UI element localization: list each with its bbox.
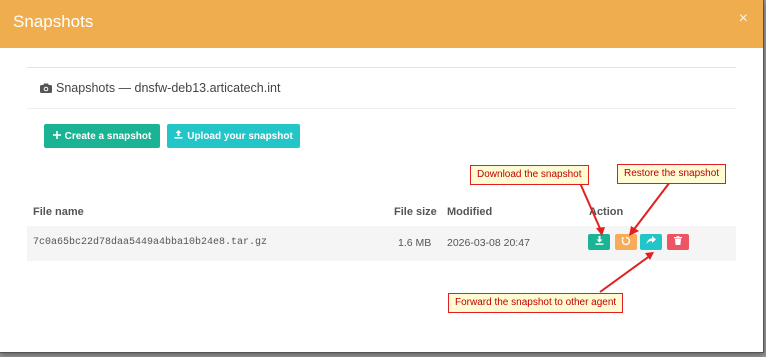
modal-header: Snapshots × <box>0 0 763 48</box>
trash-icon <box>674 236 682 248</box>
col-modified: Modified <box>447 206 493 218</box>
create-snapshot-button[interactable]: Create a snapshot <box>44 124 160 148</box>
upload-icon <box>174 130 183 142</box>
restore-button[interactable] <box>615 234 637 250</box>
download-annotation: Download the snapshot <box>470 165 589 185</box>
download-button[interactable] <box>588 234 610 250</box>
col-action: Action <box>589 206 624 218</box>
row-filesize: 1.6 MB <box>398 237 432 249</box>
forward-icon <box>646 236 656 248</box>
create-snapshot-label: Create a snapshot <box>64 130 152 142</box>
row-filename: 7c0a65bc22d78daa5449a4bba10b24e8.tar.gz <box>33 237 268 248</box>
panel-heading: Snapshots — dnsfw-deb13.articatech.int <box>40 81 280 95</box>
restore-icon <box>621 236 631 249</box>
upload-snapshot-label: Upload your snapshot <box>187 130 293 142</box>
upload-snapshot-button[interactable]: Upload your snapshot <box>167 124 300 148</box>
camera-icon <box>40 83 52 93</box>
forward-button[interactable] <box>640 234 662 250</box>
table-row: 7c0a65bc22d78daa5449a4bba10b24e8.tar.gz … <box>27 226 736 261</box>
table-header: File name File size Modified Action <box>27 200 736 227</box>
plus-icon <box>52 130 61 142</box>
download-icon <box>595 236 604 248</box>
restore-annotation: Restore the snapshot <box>617 164 727 184</box>
modal-title: Snapshots <box>13 12 94 31</box>
col-filename: File name <box>33 206 84 218</box>
col-filesize: File size <box>394 206 437 218</box>
close-icon[interactable]: × <box>739 10 748 28</box>
divider <box>27 108 736 109</box>
delete-button[interactable] <box>667 234 689 250</box>
forward-annotation: Forward the snapshot to other agent <box>448 293 624 313</box>
row-modified: 2026-03-08 20:47 <box>447 237 530 249</box>
panel-heading-text: Snapshots — dnsfw-deb13.articatech.int <box>56 81 281 95</box>
